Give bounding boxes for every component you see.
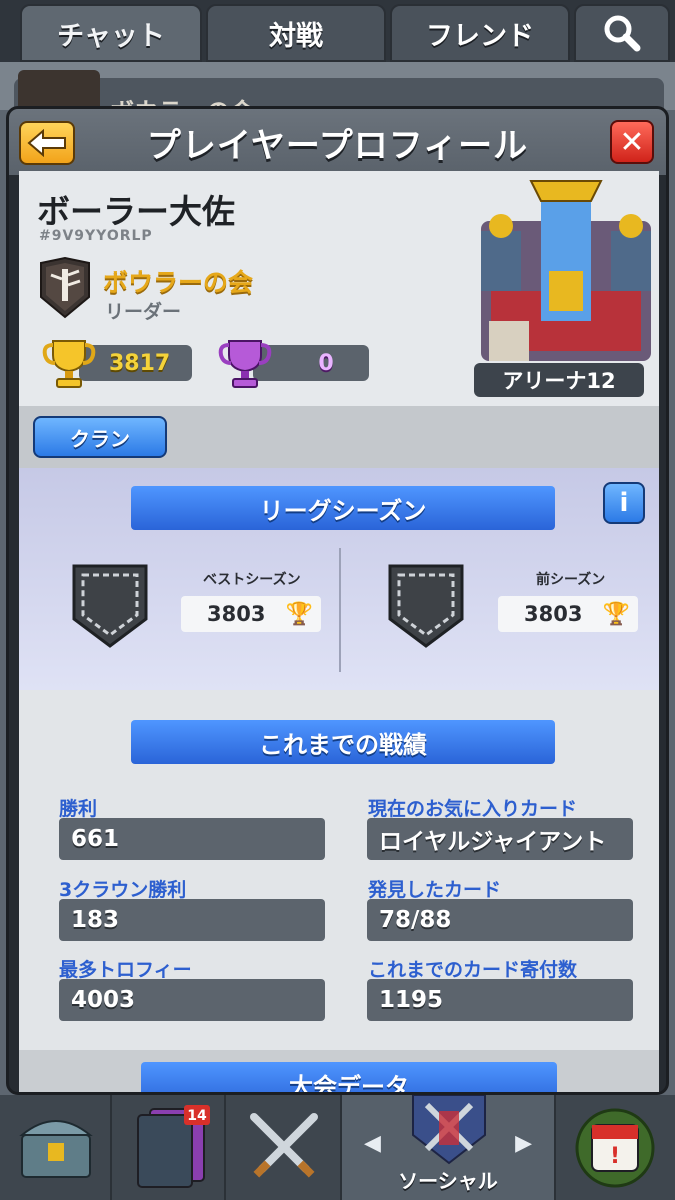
laurel-calendar-icon: ! <box>575 1108 655 1188</box>
wins-value: 661 <box>59 818 325 860</box>
tab-chat[interactable]: チャット <box>20 4 202 62</box>
next-arrow-icon[interactable]: ▶ <box>515 1131 532 1156</box>
profile-section: ボーラー大佐 #9V9YYORLP ボウラーの会 リーダー 3817 0 アリー… <box>19 171 659 406</box>
cards-found-label: 発見したカード <box>368 879 502 901</box>
close-icon: ✕ <box>619 124 645 160</box>
total-donations-label: これまでのカード寄付数 <box>368 959 578 981</box>
info-button[interactable]: i <box>603 482 645 524</box>
tab-battle-label: 対戦 <box>269 20 323 52</box>
top-tab-bar: チャット 対戦 フレンド <box>0 0 675 62</box>
player-name: ボーラー大佐 <box>37 192 235 231</box>
best-season-pill: 3803 🏆 <box>181 596 321 632</box>
league-divider <box>339 548 341 672</box>
previous-season-label: 前シーズン <box>536 572 606 588</box>
highest-trophies-label: 最多トロフィー <box>59 959 192 981</box>
previous-season-pill: 3803 🏆 <box>498 596 638 632</box>
info-icon: i <box>619 488 629 518</box>
clan-button-row: クラン <box>19 406 659 468</box>
gold-trophy-icon <box>42 340 96 388</box>
nav-cards[interactable]: 14 <box>112 1095 226 1200</box>
cards-badge: 14 <box>187 1108 207 1124</box>
back-button[interactable] <box>19 121 75 165</box>
challenge-trophy-count: 0 <box>318 350 334 376</box>
cards-icon: 14 <box>137 1105 210 1188</box>
wins-label: 勝利 <box>59 798 98 820</box>
previous-season-value: 3803 <box>524 602 583 626</box>
nav-battle[interactable] <box>226 1095 342 1200</box>
favorite-card-label: 現在のお気に入りカード <box>368 798 578 820</box>
clan-name[interactable]: ボウラーの会 <box>103 263 253 299</box>
battle-records-section: これまでの戦績 勝利 661 現在のお気に入りカード ロイヤルジャイアント 3ク… <box>19 690 659 1050</box>
nav-shop[interactable] <box>0 1095 112 1200</box>
three-crown-wins-label: 3クラウン勝利 <box>59 879 187 901</box>
purple-trophy-icon <box>218 340 272 388</box>
total-donations-value: 1195 <box>367 979 633 1021</box>
search-button[interactable] <box>574 4 670 62</box>
tab-battle[interactable]: 対戦 <box>206 4 386 62</box>
nav-social-label: ソーシャル <box>398 1169 498 1193</box>
small-trophy-icon: 🏆 <box>285 601 313 627</box>
best-season-value: 3803 <box>207 602 266 626</box>
tournament-title: 大会データ <box>125 1062 573 1092</box>
highest-trophies-value: 4003 <box>59 979 325 1021</box>
svg-text:!: ! <box>610 1144 620 1169</box>
clan-role: リーダー <box>105 301 182 323</box>
small-trophy-icon: 🏆 <box>602 601 630 627</box>
clan-badge-icon[interactable] <box>37 257 93 319</box>
tab-friends[interactable]: フレンド <box>390 4 570 62</box>
social-shield-icon <box>412 1095 486 1165</box>
arena-name: アリーナ12 <box>474 363 644 397</box>
tab-chat-label: チャット <box>57 20 165 52</box>
favorite-card-value: ロイヤルジャイアント <box>367 818 633 860</box>
prev-arrow-icon[interactable]: ◀ <box>364 1131 381 1156</box>
modal-title: プレイヤープロフィール <box>146 125 529 166</box>
best-season-shield-icon <box>72 564 148 648</box>
best-season-label: ベストシーズン <box>203 572 301 588</box>
nav-social[interactable]: ◀ ▶ ソーシャル <box>342 1095 556 1200</box>
back-arrow-icon <box>27 129 66 157</box>
crossed-swords-icon <box>250 1113 318 1178</box>
previous-season-shield-icon <box>388 564 464 648</box>
league-season-title: リーグシーズン <box>115 486 571 532</box>
treasure-chest-icon <box>19 1120 93 1178</box>
three-crown-wins-value: 183 <box>59 899 325 941</box>
clan-button[interactable]: クラン <box>33 416 167 458</box>
player-tag: #9V9YYORLP <box>39 228 153 244</box>
tab-friends-label: フレンド <box>426 20 534 52</box>
bottom-nav: 14 ◀ ▶ ソーシャル ! <box>0 1095 675 1200</box>
player-profile-modal: プレイヤープロフィール ✕ ボーラー大佐 #9V9YYORLP ボウラーの会 リ… <box>6 106 669 1095</box>
league-season-section: リーグシーズン i ベストシーズン 3803 🏆 前シーズン 3803 🏆 <box>19 468 659 690</box>
records-title: これまでの戦績 <box>115 720 571 766</box>
nav-events[interactable]: ! <box>556 1095 675 1200</box>
search-icon <box>604 15 641 52</box>
cards-found-value: 78/88 <box>367 899 633 941</box>
close-button[interactable]: ✕ <box>610 120 654 164</box>
modal-body: ボーラー大佐 #9V9YYORLP ボウラーの会 リーダー 3817 0 アリー… <box>19 171 659 1092</box>
trophy-count: 3817 <box>109 350 171 376</box>
tournament-section: 大会データ <box>19 1050 659 1092</box>
